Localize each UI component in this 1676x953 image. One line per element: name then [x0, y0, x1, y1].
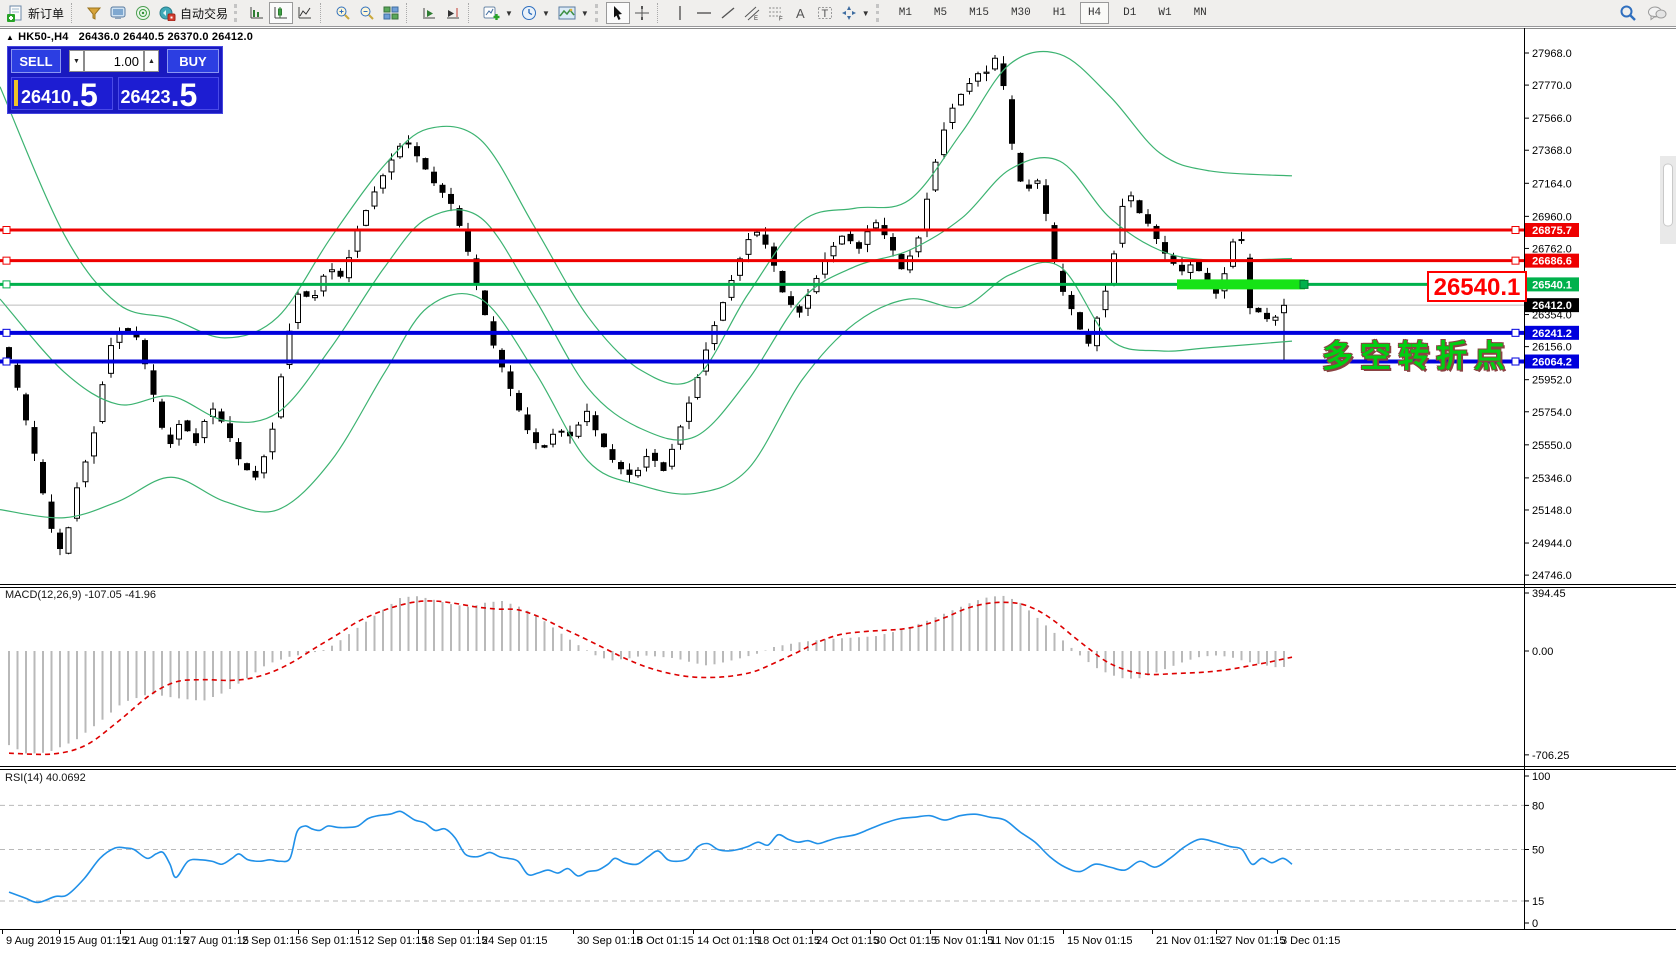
svg-text:27566.0: 27566.0	[1532, 113, 1572, 125]
svg-text:80: 80	[1532, 800, 1544, 812]
bollinger-lower	[0, 262, 1292, 518]
svg-text:26686.6: 26686.6	[1532, 256, 1572, 268]
svg-text:3 Dec 01:15: 3 Dec 01:15	[1281, 935, 1340, 947]
svg-text:-706.25: -706.25	[1532, 750, 1569, 762]
highlight-zone[interactable]	[1177, 279, 1305, 289]
svg-text:6 Sep 01:15: 6 Sep 01:15	[302, 935, 361, 947]
date-axis: 9 Aug 201915 Aug 01:1521 Aug 01:1527 Aug…	[3, 929, 1341, 947]
svg-text:12 Sep 01:15: 12 Sep 01:15	[362, 935, 427, 947]
buy-button[interactable]: BUY	[167, 49, 219, 73]
level-lines[interactable]	[0, 230, 1524, 362]
svg-text:25952.0: 25952.0	[1532, 375, 1572, 387]
svg-text:30 Sep 01:15: 30 Sep 01:15	[577, 935, 642, 947]
svg-text:0.00: 0.00	[1532, 646, 1553, 658]
svg-text:15 Nov 01:15: 15 Nov 01:15	[1067, 935, 1132, 947]
chart-canvas[interactable]: 27968.0 27770.0 27566.0 27368.0 27164.0 26960…	[0, 0, 1676, 953]
svg-text:26241.2: 26241.2	[1532, 328, 1572, 340]
svg-text:18 Oct 01:15: 18 Oct 01:15	[757, 935, 820, 947]
svg-text:21 Nov 01:15: 21 Nov 01:15	[1156, 935, 1221, 947]
svg-text:394.45: 394.45	[1532, 588, 1566, 600]
svg-text:0: 0	[1532, 918, 1538, 930]
collapse-arrow-icon[interactable]: ▲	[6, 33, 14, 42]
svg-text:26412.0: 26412.0	[1532, 300, 1572, 312]
macd-signal-line	[9, 601, 1292, 754]
svg-text:24 Oct 01:15: 24 Oct 01:15	[816, 935, 879, 947]
one-click-trading-panel: SELL ▼ ▲ BUY 26410 .5 26423 .5	[7, 46, 223, 114]
svg-text:25550.0: 25550.0	[1532, 440, 1572, 452]
macd-panel: 394.45 0.00 -706.25	[9, 588, 1569, 762]
svg-text:11 Nov 01:15: 11 Nov 01:15	[990, 935, 1055, 947]
svg-text:27 Aug 01:15: 27 Aug 01:15	[184, 935, 249, 947]
svg-text:14 Oct 01:15: 14 Oct 01:15	[697, 935, 760, 947]
buy-price-display[interactable]: 26423 .5	[118, 77, 220, 110]
svg-text:24944.0: 24944.0	[1532, 538, 1572, 550]
svg-text:30 Oct 01:15: 30 Oct 01:15	[874, 935, 937, 947]
svg-text:18 Sep 01:15: 18 Sep 01:15	[422, 935, 487, 947]
svg-text:26960.0: 26960.0	[1532, 211, 1572, 223]
buy-price-frac: .5	[171, 82, 198, 108]
svg-text:26540.1: 26540.1	[1532, 279, 1572, 291]
svg-text:27164.0: 27164.0	[1532, 178, 1572, 190]
svg-text:25148.0: 25148.0	[1532, 505, 1572, 517]
svg-text:2 Sep 01:15: 2 Sep 01:15	[242, 935, 301, 947]
svg-text:15: 15	[1532, 896, 1544, 908]
bollinger-middle	[0, 158, 1292, 440]
svg-text:25754.0: 25754.0	[1532, 407, 1572, 419]
macd-indicator-label: MACD(12,26,9) -107.05 -41.96	[5, 589, 156, 601]
panel-borders	[0, 28, 1676, 930]
svg-text:8 Oct 01:15: 8 Oct 01:15	[637, 935, 694, 947]
rsi-line	[9, 811, 1292, 902]
svg-text:26064.2: 26064.2	[1532, 357, 1572, 369]
volume-input[interactable]	[84, 50, 144, 72]
svg-text:50: 50	[1532, 845, 1544, 857]
price-axis: 27968.0 27770.0 27566.0 27368.0 27164.0 26960…	[1524, 48, 1579, 582]
line-handles[interactable]	[3, 227, 1519, 366]
sell-price-main: 26410	[21, 86, 71, 108]
spread-bar	[14, 80, 18, 106]
right-scrollbar[interactable]	[1660, 156, 1676, 244]
svg-text:27968.0: 27968.0	[1532, 48, 1572, 60]
sell-price-display[interactable]: 26410 .5	[11, 77, 113, 110]
rsi-panel: 100 80 50 15 0	[0, 771, 1550, 930]
svg-text:26875.7: 26875.7	[1532, 225, 1572, 237]
svg-text:26762.0: 26762.0	[1532, 243, 1572, 255]
volume-increase-button[interactable]: ▲	[144, 50, 159, 72]
buy-price-main: 26423	[121, 86, 171, 108]
chart-title-bar: ▲ HK50-,H4 26436.0 26440.5 26370.0 26412…	[6, 31, 253, 43]
svg-text:26156.0: 26156.0	[1532, 342, 1572, 354]
rsi-indicator-label: RSI(14) 40.0692	[5, 772, 86, 784]
svg-text:24746.0: 24746.0	[1532, 570, 1572, 582]
sell-price-frac: .5	[71, 82, 98, 108]
svg-text:25346.0: 25346.0	[1532, 473, 1572, 485]
sell-button[interactable]: SELL	[11, 49, 61, 73]
volume-decrease-button[interactable]: ▼	[69, 50, 84, 72]
price-level-annotation[interactable]: 26540.1	[1427, 271, 1527, 302]
turning-point-annotation[interactable]: 多空转折点	[1322, 331, 1512, 376]
symbol-period-label: HK50-,H4	[18, 31, 69, 43]
svg-text:100: 100	[1532, 771, 1550, 783]
svg-text:24 Sep 01:15: 24 Sep 01:15	[482, 935, 547, 947]
svg-text:27 Nov 01:15: 27 Nov 01:15	[1220, 935, 1285, 947]
svg-text:27368.0: 27368.0	[1532, 145, 1572, 157]
main-price-panel	[0, 52, 1524, 556]
svg-text:5 Nov 01:15: 5 Nov 01:15	[934, 935, 993, 947]
svg-text:27770.0: 27770.0	[1532, 80, 1572, 92]
ohlc-values: 26436.0 26440.5 26370.0 26412.0	[79, 31, 253, 43]
svg-text:15 Aug 01:15: 15 Aug 01:15	[63, 935, 128, 947]
svg-text:21 Aug 01:15: 21 Aug 01:15	[124, 935, 189, 947]
svg-text:9 Aug 2019: 9 Aug 2019	[6, 935, 62, 947]
